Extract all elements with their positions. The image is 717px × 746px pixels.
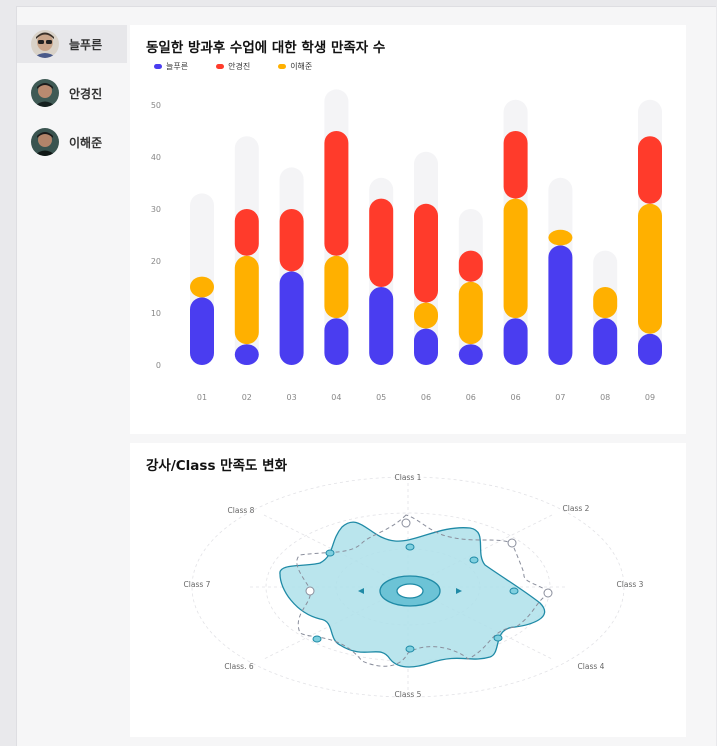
y-tick-label: 20 bbox=[151, 257, 161, 266]
x-tick-label: 08 bbox=[600, 393, 610, 402]
bar-segment bbox=[324, 255, 349, 319]
bar-segment bbox=[638, 333, 662, 365]
y-tick-label: 0 bbox=[156, 361, 161, 370]
bar-segment bbox=[279, 209, 304, 272]
bar-segment bbox=[324, 318, 349, 365]
radar-axis-label: Class 3 bbox=[617, 580, 644, 589]
x-tick-label: 06 bbox=[421, 393, 431, 402]
bar-segment bbox=[234, 255, 259, 345]
radar-axis-label: Class 1 bbox=[395, 473, 422, 482]
instructor-list: 늘푸른 안경진 이해준 bbox=[17, 25, 127, 172]
bar-segment bbox=[190, 276, 214, 298]
bar-segment bbox=[548, 229, 573, 246]
x-tick-label: 03 bbox=[287, 393, 297, 402]
x-tick-label: 02 bbox=[242, 393, 252, 402]
bar-segment bbox=[324, 131, 349, 256]
y-tick-label: 30 bbox=[151, 205, 161, 214]
bar-segment bbox=[593, 318, 618, 365]
app-frame: 늘푸른 안경진 이해준 동일한 방과후 수업에 대한 학생 만족자 수 늘푸른 … bbox=[16, 6, 716, 746]
radar-axis-label: Class. 6 bbox=[224, 662, 253, 671]
x-tick-label: 05 bbox=[376, 393, 386, 402]
bar-segment bbox=[190, 297, 214, 365]
bar-segment bbox=[503, 198, 528, 319]
instructor-item-3[interactable]: 이해준 bbox=[17, 123, 127, 161]
x-tick-label: 07 bbox=[555, 393, 565, 402]
bar-segment bbox=[414, 203, 438, 303]
radar-chart: Class 1 Class 2 Class 3 Class 4 Class 5 … bbox=[184, 473, 644, 699]
bar-segment bbox=[548, 245, 573, 365]
bar-segment bbox=[503, 318, 528, 365]
instructor-name: 안경진 bbox=[69, 86, 103, 101]
avatar bbox=[31, 30, 59, 58]
radar-axis-label: Class 5 bbox=[395, 690, 422, 699]
satisfaction-bar-card: 동일한 방과후 수업에 대한 학생 만족자 수 늘푸른 안경진 이해준 0 10 2… bbox=[130, 25, 686, 434]
x-tick-label: 06 bbox=[466, 393, 476, 402]
bar-segment bbox=[414, 302, 438, 329]
y-tick-label: 10 bbox=[151, 309, 161, 318]
bar-segment bbox=[369, 287, 394, 365]
bar-segment bbox=[369, 198, 394, 287]
radar-axis-label: Class 2 bbox=[563, 504, 590, 513]
x-tick-label: 01 bbox=[197, 393, 207, 402]
bar-segment bbox=[503, 131, 528, 199]
bar-segment bbox=[593, 287, 618, 319]
radar-center-hole bbox=[396, 583, 424, 599]
y-tick-label: 50 bbox=[151, 101, 161, 110]
x-tick-label: 06 bbox=[511, 393, 521, 402]
avatar bbox=[31, 128, 59, 156]
radar-axis-label: Class 8 bbox=[228, 506, 255, 515]
avatar bbox=[31, 79, 59, 107]
instructor-item-2[interactable]: 안경진 bbox=[17, 74, 127, 112]
instructor-name: 늘푸른 bbox=[69, 37, 103, 52]
bar-segment bbox=[234, 209, 259, 256]
bar-segment bbox=[234, 344, 259, 365]
bar-segment bbox=[638, 203, 662, 334]
bar-segment bbox=[279, 271, 304, 365]
bar-chart: 0 10 20 30 40 50 01 02 03 04 05 06 06 06 07 08 09 bbox=[151, 89, 662, 402]
y-tick-label: 40 bbox=[151, 153, 161, 162]
x-tick-label: 04 bbox=[331, 393, 341, 402]
bar-segment bbox=[458, 250, 483, 282]
x-tick-label: 09 bbox=[645, 393, 655, 402]
radar-card: 강사/Class 만족도 변화 Class 1 Class 2 Class 3 … bbox=[130, 443, 686, 737]
radar-axis-label: Class 7 bbox=[184, 580, 211, 589]
bar-segment bbox=[414, 328, 438, 365]
bar-segment bbox=[458, 281, 483, 345]
bar-segment bbox=[638, 136, 662, 204]
instructor-item-1[interactable]: 늘푸른 bbox=[17, 25, 127, 63]
instructor-name: 이해준 bbox=[69, 135, 103, 150]
radar-axis-label: Class 4 bbox=[578, 662, 605, 671]
bar-segment bbox=[458, 344, 483, 365]
